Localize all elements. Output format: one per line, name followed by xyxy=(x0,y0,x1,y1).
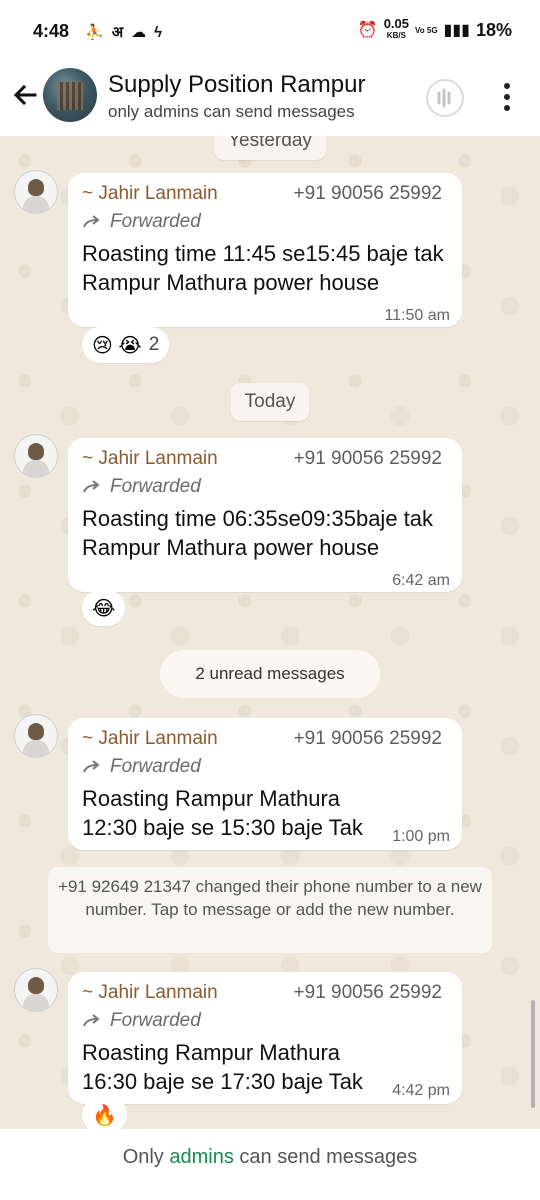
network-speed: 0.05 KB/S xyxy=(383,16,410,40)
status-time: 4:48 xyxy=(33,21,70,41)
status-right-icons: ⏰ 0.05 KB/S Vo 5G ▮▮▮ 18% xyxy=(357,16,512,42)
bolt-icon: ϟ xyxy=(154,23,163,41)
forwarded-label: Forwarded xyxy=(82,1010,201,1032)
admins-only-message: Only admins can send messages xyxy=(122,1146,418,1168)
sender-phone: +91 90056 25992 xyxy=(293,448,442,469)
chat-subtitle[interactable]: only admins can send messages xyxy=(108,102,355,122)
message-reactions[interactable]: 🔥 xyxy=(82,1097,127,1129)
signal-icon: ▮▮▮ xyxy=(443,22,470,39)
forwarded-label: Forwarded xyxy=(82,211,201,233)
message-time: 6:42 am xyxy=(392,572,450,589)
status-bar: 4:48 ⛹ अ ☁ ϟ ⏰ 0.05 KB/S Vo 5G ▮▮▮ 18% xyxy=(0,0,540,62)
more-options-icon[interactable] xyxy=(498,80,516,112)
sender-avatar[interactable] xyxy=(14,968,58,1012)
forward-icon xyxy=(83,1014,100,1027)
sender-phone: +91 90056 25992 xyxy=(293,982,442,1003)
person-icon: ⛹ xyxy=(85,24,104,41)
forward-icon xyxy=(83,760,100,773)
message-bubble[interactable]: ~ Jahir Lanmain +91 90056 25992 Forwarde… xyxy=(68,173,462,327)
unread-messages-divider: 2 unread messages xyxy=(160,650,380,698)
composer-disabled-bar: Only admins can send messages xyxy=(0,1129,540,1200)
forwarded-label: Forwarded xyxy=(82,756,201,778)
sender-phone: +91 90056 25992 xyxy=(293,183,442,204)
message-time: 4:42 pm xyxy=(392,1082,450,1099)
forwarded-label: Forwarded xyxy=(82,476,201,498)
cloud-icon: ☁ xyxy=(131,24,147,41)
status-left-icons: ⛹ अ ☁ ϟ xyxy=(85,22,162,42)
chat-scrollbar[interactable] xyxy=(531,1000,535,1108)
message-bubble[interactable]: ~ Jahir Lanmain +91 90056 25992 Forwarde… xyxy=(68,718,462,850)
sender-avatar[interactable] xyxy=(14,714,58,758)
sender-name[interactable]: ~ Jahir Lanmain xyxy=(82,728,218,750)
chat-area: Yesterday ~ Jahir Lanmain +91 90056 2599… xyxy=(0,136,540,1129)
message-time: 11:50 am xyxy=(384,307,450,324)
message-text: Roasting time 06:35se09:35baje tak Rampu… xyxy=(82,506,434,560)
chat-title[interactable]: Supply Position Rampur xyxy=(108,71,365,99)
battery-percentage: 18% xyxy=(475,19,512,40)
sender-name[interactable]: ~ Jahir Lanmain xyxy=(82,448,218,470)
sender-avatar[interactable] xyxy=(14,170,58,214)
sender-name[interactable]: ~ Jahir Lanmain xyxy=(82,982,218,1004)
sender-phone: +91 90056 25992 xyxy=(293,728,442,749)
system-notice[interactable]: +91 92649 21347 changed their phone numb… xyxy=(48,867,492,953)
group-avatar[interactable] xyxy=(43,68,97,122)
volte-indicator: Vo 5G xyxy=(415,25,438,35)
sender-name[interactable]: ~ Jahir Lanmain xyxy=(82,183,218,205)
message-text: Roasting time 11:45 se15:45 baje tak Ram… xyxy=(82,241,444,295)
hindi-keyboard-icon: अ xyxy=(111,24,124,41)
date-chip-today: Today xyxy=(230,383,310,421)
message-time: 1:00 pm xyxy=(392,828,450,845)
date-chip-yesterday: Yesterday xyxy=(214,136,326,160)
reaction-count: 2 xyxy=(148,334,160,355)
admins-link[interactable]: admins xyxy=(169,1146,233,1168)
message-bubble[interactable]: ~ Jahir Lanmain +91 90056 25992 Forwarde… xyxy=(68,972,462,1104)
message-text: Roasting Rampur Mathura 16:30 baje se 17… xyxy=(82,1040,363,1094)
message-text: Roasting Rampur Mathura 12:30 baje se 15… xyxy=(82,786,363,840)
voice-chat-icon[interactable] xyxy=(426,79,464,117)
forward-icon xyxy=(83,215,100,228)
chat-header: Supply Position Rampur only admins can s… xyxy=(0,62,540,136)
message-reactions[interactable]: 😢 😭 2 xyxy=(82,327,170,363)
message-bubble[interactable]: ~ Jahir Lanmain +91 90056 25992 Forwarde… xyxy=(68,438,462,592)
message-reactions[interactable]: 😂 xyxy=(82,590,126,626)
forward-icon xyxy=(83,480,100,493)
back-arrow-icon[interactable] xyxy=(10,80,40,110)
alarm-icon: ⏰ xyxy=(357,22,378,39)
sender-avatar[interactable] xyxy=(14,434,58,478)
